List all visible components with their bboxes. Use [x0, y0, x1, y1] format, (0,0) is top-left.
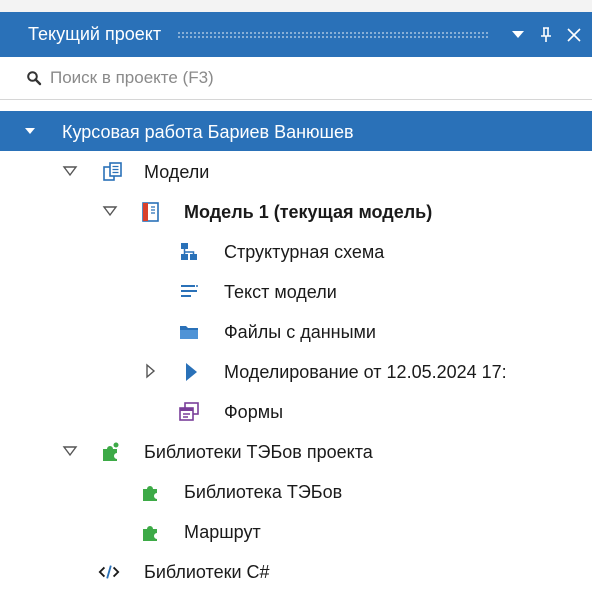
tree-item-label: Текст модели — [224, 282, 337, 302]
tree-item-data-files[interactable]: Файлы с данными — [0, 311, 592, 351]
tree-item-label: Библиотеки C# — [144, 562, 270, 582]
search-icon — [27, 71, 42, 86]
tree-item-forms[interactable]: Формы — [0, 391, 592, 431]
tree-item-csharp-libraries[interactable]: Библиотеки C# — [0, 551, 592, 591]
panel-title: Текущий проект — [28, 24, 162, 44]
code-icon — [98, 565, 120, 579]
triangle-down-icon — [512, 30, 524, 38]
tree-item-label: Библиотека ТЭБов — [184, 482, 343, 502]
models-icon — [103, 162, 122, 181]
tree-item-model-text[interactable]: Текст модели — [0, 271, 592, 311]
text-lines-icon — [181, 285, 198, 297]
play-icon — [186, 363, 197, 381]
puzzle-icon — [143, 526, 157, 541]
close-icon — [567, 27, 581, 42]
title-bar-grip[interactable] — [177, 30, 490, 39]
collapsed-arrow-icon[interactable] — [142, 363, 158, 379]
tree-item-teb-libraries[interactable]: Библиотеки ТЭБов проекта — [0, 431, 592, 471]
pin-icon — [541, 26, 551, 42]
tree-item-simulation[interactable]: Моделирование от 12.05.2024 17: — [0, 351, 592, 391]
structure-scheme-icon — [181, 243, 197, 260]
folder-icon — [180, 326, 198, 339]
pin-button[interactable] — [532, 20, 560, 50]
tree-item-label: Модели — [144, 162, 210, 182]
tree-item-label: Маршрут — [184, 522, 261, 542]
dropdown-button[interactable] — [504, 20, 532, 50]
search-bar — [0, 57, 592, 100]
close-button[interactable] — [560, 20, 588, 50]
tree-item-label: Модель 1 (текущая модель) — [184, 202, 433, 222]
tree-item-label: Библиотеки ТЭБов проекта — [144, 442, 373, 462]
tree-item-teb-library[interactable]: Библиотека ТЭБов — [0, 471, 592, 511]
puzzle-icon — [103, 442, 119, 461]
forms-icon — [179, 402, 199, 421]
puzzle-icon — [143, 486, 157, 501]
tree-item-models[interactable]: Модели — [0, 151, 592, 191]
expand-open-arrow-icon[interactable] — [62, 443, 78, 459]
tree-item-structure-scheme[interactable]: Структурная схема — [0, 231, 592, 271]
top-strip — [0, 0, 592, 12]
tree-item-project[interactable]: Курсовая работа Бариев Ванюшев — [0, 111, 592, 151]
model-book-icon — [142, 202, 159, 222]
tree-item-label: Формы — [224, 402, 284, 422]
panel-title-bar: Текущий проект — [0, 12, 592, 57]
tree-item-label: Структурная схема — [224, 242, 385, 262]
expand-open-arrow-icon[interactable] — [102, 203, 118, 219]
search-input[interactable] — [50, 68, 592, 88]
tree-item-model-1[interactable]: Модель 1 (текущая модель) — [0, 191, 592, 231]
expanded-arrow-icon[interactable] — [22, 123, 38, 139]
tree-item-label: Курсовая работа Бариев Ванюшев — [62, 122, 354, 142]
expand-open-arrow-icon[interactable] — [62, 163, 78, 179]
tree-item-label: Файлы с данными — [224, 322, 376, 342]
tree-item-label: Моделирование от 12.05.2024 17: — [224, 362, 507, 382]
tree-item-route[interactable]: Маршрут — [0, 511, 592, 551]
